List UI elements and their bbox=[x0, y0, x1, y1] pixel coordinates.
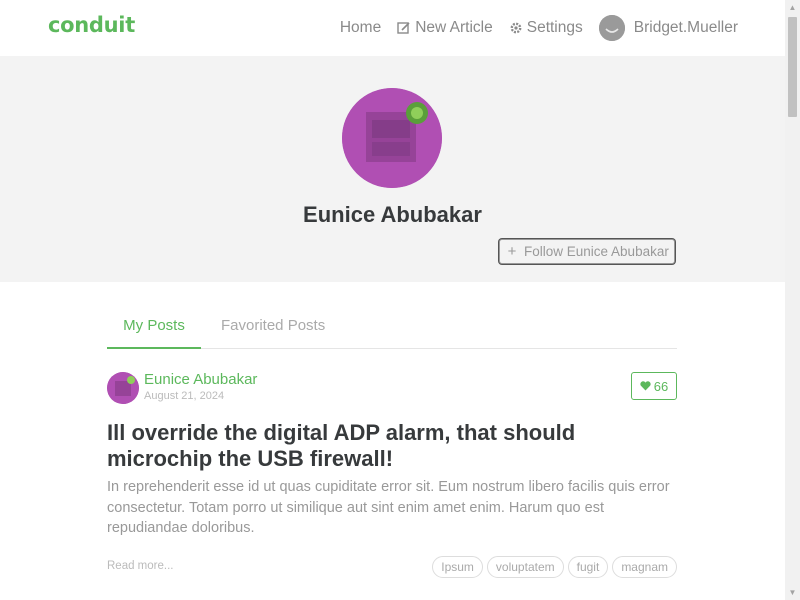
edit-icon bbox=[397, 21, 411, 35]
article-author[interactable]: Eunice Abubakar bbox=[144, 371, 257, 388]
follow-button-label: Follow Eunice Abubakar bbox=[524, 244, 669, 259]
profile-avatar bbox=[342, 88, 442, 188]
tag-pill[interactable]: voluptatem bbox=[486, 556, 564, 578]
plus-icon: + bbox=[507, 243, 517, 260]
read-more-link[interactable]: Read more... bbox=[107, 560, 173, 572]
nav-home-label: Home bbox=[339, 19, 382, 36]
article-date: August 21, 2024 bbox=[144, 390, 225, 402]
navbar: conduit Home New Article Settings Bridge… bbox=[0, 0, 785, 56]
favorite-button[interactable]: 66 bbox=[631, 372, 677, 400]
article-title[interactable]: Ill override the digital ADP alarm, that… bbox=[107, 420, 677, 472]
nav-settings-label: Settings bbox=[526, 19, 583, 36]
tag-list: Ipsum voluptatem fugit magnam bbox=[432, 556, 677, 578]
heart-icon bbox=[640, 379, 651, 394]
gear-icon bbox=[509, 21, 523, 35]
tag-pill[interactable]: Ipsum bbox=[432, 556, 483, 578]
scroll-up-arrow-icon[interactable]: ▲ bbox=[785, 0, 800, 15]
scroll-down-arrow-icon[interactable]: ▼ bbox=[785, 585, 800, 600]
nav-links: Home New Article Settings Bridget.Muelle… bbox=[340, 0, 738, 56]
favorite-count: 66 bbox=[653, 378, 669, 394]
nav-profile[interactable]: Bridget.Mueller bbox=[598, 15, 738, 41]
nav-home[interactable]: Home bbox=[340, 19, 381, 37]
nav-new-article-label: New Article bbox=[415, 19, 493, 36]
nav-settings[interactable]: Settings bbox=[509, 19, 583, 37]
tag-pill[interactable]: magnam bbox=[612, 556, 677, 578]
page: conduit Home New Article Settings Bridge… bbox=[0, 0, 785, 600]
avatar-icon bbox=[598, 15, 625, 41]
article-tabs: My Posts Favorited Posts bbox=[107, 310, 677, 349]
nav-new-article[interactable]: New Article bbox=[397, 19, 493, 37]
profile-name: Eunice Abubakar bbox=[303, 202, 482, 227]
follow-button[interactable]: + Follow Eunice Abubakar bbox=[499, 239, 675, 264]
author-avatar[interactable] bbox=[107, 372, 139, 404]
brand-logo[interactable]: conduit bbox=[48, 13, 135, 37]
tab-favorited-posts[interactable]: Favorited Posts bbox=[221, 310, 325, 347]
article-description: In reprehenderit esse id ut quas cupidit… bbox=[107, 479, 670, 536]
nav-username: Bridget.Mueller bbox=[633, 19, 738, 36]
tab-my-posts[interactable]: My Posts bbox=[107, 310, 201, 349]
vertical-scrollbar[interactable]: ▲ ▼ bbox=[785, 0, 800, 600]
profile-banner: Eunice Abubakar + Follow Eunice Abubakar bbox=[0, 56, 785, 282]
tag-pill[interactable]: fugit bbox=[567, 556, 609, 578]
scroll-thumb[interactable] bbox=[788, 17, 797, 117]
